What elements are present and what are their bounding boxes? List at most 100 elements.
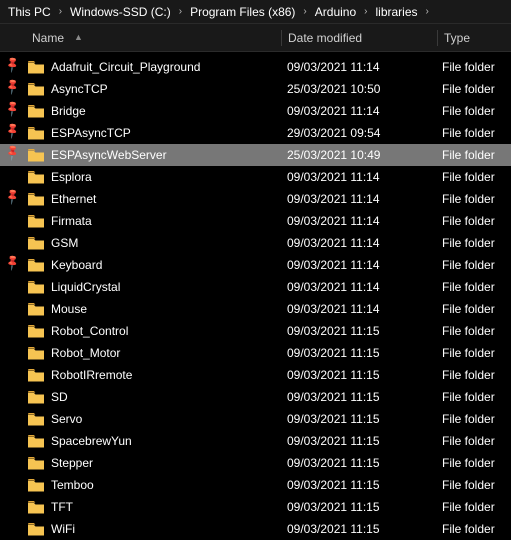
cell-name: LiquidCrystal xyxy=(0,280,281,294)
cell-type: File folder xyxy=(436,434,511,448)
folder-icon xyxy=(28,149,44,162)
cell-name: SD xyxy=(0,390,281,404)
column-header-name[interactable]: Name ▲ xyxy=(0,31,281,45)
cell-type: File folder xyxy=(436,60,511,74)
folder-icon xyxy=(28,61,44,74)
cell-type: File folder xyxy=(436,280,511,294)
chevron-right-icon[interactable]: › xyxy=(301,6,308,17)
file-name: ESPAsyncWebServer xyxy=(51,148,167,162)
cell-type: File folder xyxy=(436,390,511,404)
table-row[interactable]: Ethernet09/03/2021 11:14File folder xyxy=(0,188,511,210)
table-row[interactable]: Bridge09/03/2021 11:14File folder xyxy=(0,100,511,122)
folder-icon xyxy=(28,237,44,250)
file-name: RobotIRremote xyxy=(51,368,132,382)
cell-name: Stepper xyxy=(0,456,281,470)
folder-icon xyxy=(28,303,44,316)
cell-date: 09/03/2021 11:15 xyxy=(281,412,436,426)
breadcrumb-segment[interactable]: Program Files (x86) xyxy=(188,3,297,21)
cell-type: File folder xyxy=(436,478,511,492)
table-row[interactable]: Keyboard09/03/2021 11:14File folder xyxy=(0,254,511,276)
column-header-date-label: Date modified xyxy=(288,31,362,45)
breadcrumb[interactable]: This PC › Windows-SSD (C:) › Program Files (… xyxy=(0,0,511,24)
folder-icon xyxy=(28,171,44,184)
folder-icon xyxy=(28,127,44,140)
table-row[interactable]: SD09/03/2021 11:15File folder xyxy=(0,386,511,408)
table-row[interactable]: WiFi09/03/2021 11:15File folder xyxy=(0,518,511,540)
cell-date: 09/03/2021 11:15 xyxy=(281,390,436,404)
cell-date: 25/03/2021 10:49 xyxy=(281,148,436,162)
chevron-right-icon[interactable]: › xyxy=(424,6,431,17)
file-name: Mouse xyxy=(51,302,87,316)
folder-icon xyxy=(28,523,44,536)
table-row[interactable]: Adafruit_Circuit_Playground09/03/2021 11… xyxy=(0,56,511,78)
cell-name: ESPAsyncWebServer xyxy=(0,148,281,162)
table-row[interactable]: Robot_Control09/03/2021 11:15File folder xyxy=(0,320,511,342)
breadcrumb-segment[interactable]: This PC xyxy=(6,3,53,21)
cell-name: AsyncTCP xyxy=(0,82,281,96)
cell-date: 29/03/2021 09:54 xyxy=(281,126,436,140)
cell-name: GSM xyxy=(0,236,281,250)
cell-name: WiFi xyxy=(0,522,281,536)
cell-type: File folder xyxy=(436,368,511,382)
table-row[interactable]: GSM09/03/2021 11:14File folder xyxy=(0,232,511,254)
table-row[interactable]: Firmata09/03/2021 11:14File folder xyxy=(0,210,511,232)
cell-date: 09/03/2021 11:15 xyxy=(281,500,436,514)
cell-date: 09/03/2021 11:14 xyxy=(281,104,436,118)
breadcrumb-segment[interactable]: libraries xyxy=(373,3,419,21)
table-row[interactable]: LiquidCrystal 09/03/2021 11:14File folder xyxy=(0,276,511,298)
breadcrumb-segment[interactable]: Arduino xyxy=(313,3,358,21)
cell-date: 09/03/2021 11:15 xyxy=(281,324,436,338)
cell-type: File folder xyxy=(436,82,511,96)
table-row[interactable]: ESPAsyncTCP29/03/2021 09:54File folder xyxy=(0,122,511,144)
cell-type: File folder xyxy=(436,412,511,426)
cell-type: File folder xyxy=(436,258,511,272)
cell-name: Servo xyxy=(0,412,281,426)
cell-date: 09/03/2021 11:15 xyxy=(281,434,436,448)
folder-icon xyxy=(28,413,44,426)
file-name: Keyboard xyxy=(51,258,102,272)
cell-name: Keyboard xyxy=(0,258,281,272)
folder-icon xyxy=(28,391,44,404)
table-row[interactable]: Mouse09/03/2021 11:14File folder xyxy=(0,298,511,320)
cell-type: File folder xyxy=(436,148,511,162)
file-name: LiquidCrystal xyxy=(51,280,120,294)
cell-type: File folder xyxy=(436,522,511,536)
file-name: Servo xyxy=(51,412,82,426)
cell-date: 09/03/2021 11:14 xyxy=(281,280,436,294)
folder-icon xyxy=(28,501,44,514)
cell-date: 09/03/2021 11:14 xyxy=(281,60,436,74)
column-header-date[interactable]: Date modified xyxy=(282,31,437,45)
chevron-right-icon[interactable]: › xyxy=(177,6,184,17)
table-row[interactable]: AsyncTCP25/03/2021 10:50File folder xyxy=(0,78,511,100)
chevron-right-icon[interactable]: › xyxy=(362,6,369,17)
cell-date: 09/03/2021 11:14 xyxy=(281,236,436,250)
cell-type: File folder xyxy=(436,302,511,316)
file-name: Ethernet xyxy=(51,192,96,206)
table-row[interactable]: ESPAsyncWebServer 25/03/2021 10:49File fo… xyxy=(0,144,511,166)
cell-type: File folder xyxy=(436,170,511,184)
table-row[interactable]: Servo 09/03/2021 11:15File folder xyxy=(0,408,511,430)
chevron-right-icon[interactable]: › xyxy=(57,6,64,17)
cell-type: File folder xyxy=(436,324,511,338)
breadcrumb-segment[interactable]: Windows-SSD (C:) xyxy=(68,3,173,21)
cell-name: TFT xyxy=(0,500,281,514)
folder-icon xyxy=(28,325,44,338)
file-list: Adafruit_Circuit_Playground09/03/2021 11… xyxy=(0,52,511,540)
column-header-type[interactable]: Type xyxy=(438,31,511,45)
table-row[interactable]: Stepper09/03/2021 11:15File folder xyxy=(0,452,511,474)
table-row[interactable]: RobotIRremote09/03/2021 11:15File folder xyxy=(0,364,511,386)
table-row[interactable]: Temboo09/03/2021 11:15File folder xyxy=(0,474,511,496)
cell-date: 09/03/2021 11:15 xyxy=(281,478,436,492)
cell-type: File folder xyxy=(436,236,511,250)
cell-name: SpacebrewYun xyxy=(0,434,281,448)
table-row[interactable]: Esplora09/03/2021 11:14File folder xyxy=(0,166,511,188)
cell-name: Firmata xyxy=(0,214,281,228)
table-row[interactable]: SpacebrewYun09/03/2021 11:15File folder xyxy=(0,430,511,452)
table-row[interactable]: Robot_Motor09/03/2021 11:15File folder xyxy=(0,342,511,364)
cell-type: File folder xyxy=(436,500,511,514)
folder-icon xyxy=(28,83,44,96)
folder-icon xyxy=(28,193,44,206)
file-name: Firmata xyxy=(51,214,92,228)
table-row[interactable]: TFT09/03/2021 11:15File folder xyxy=(0,496,511,518)
folder-icon xyxy=(28,369,44,382)
